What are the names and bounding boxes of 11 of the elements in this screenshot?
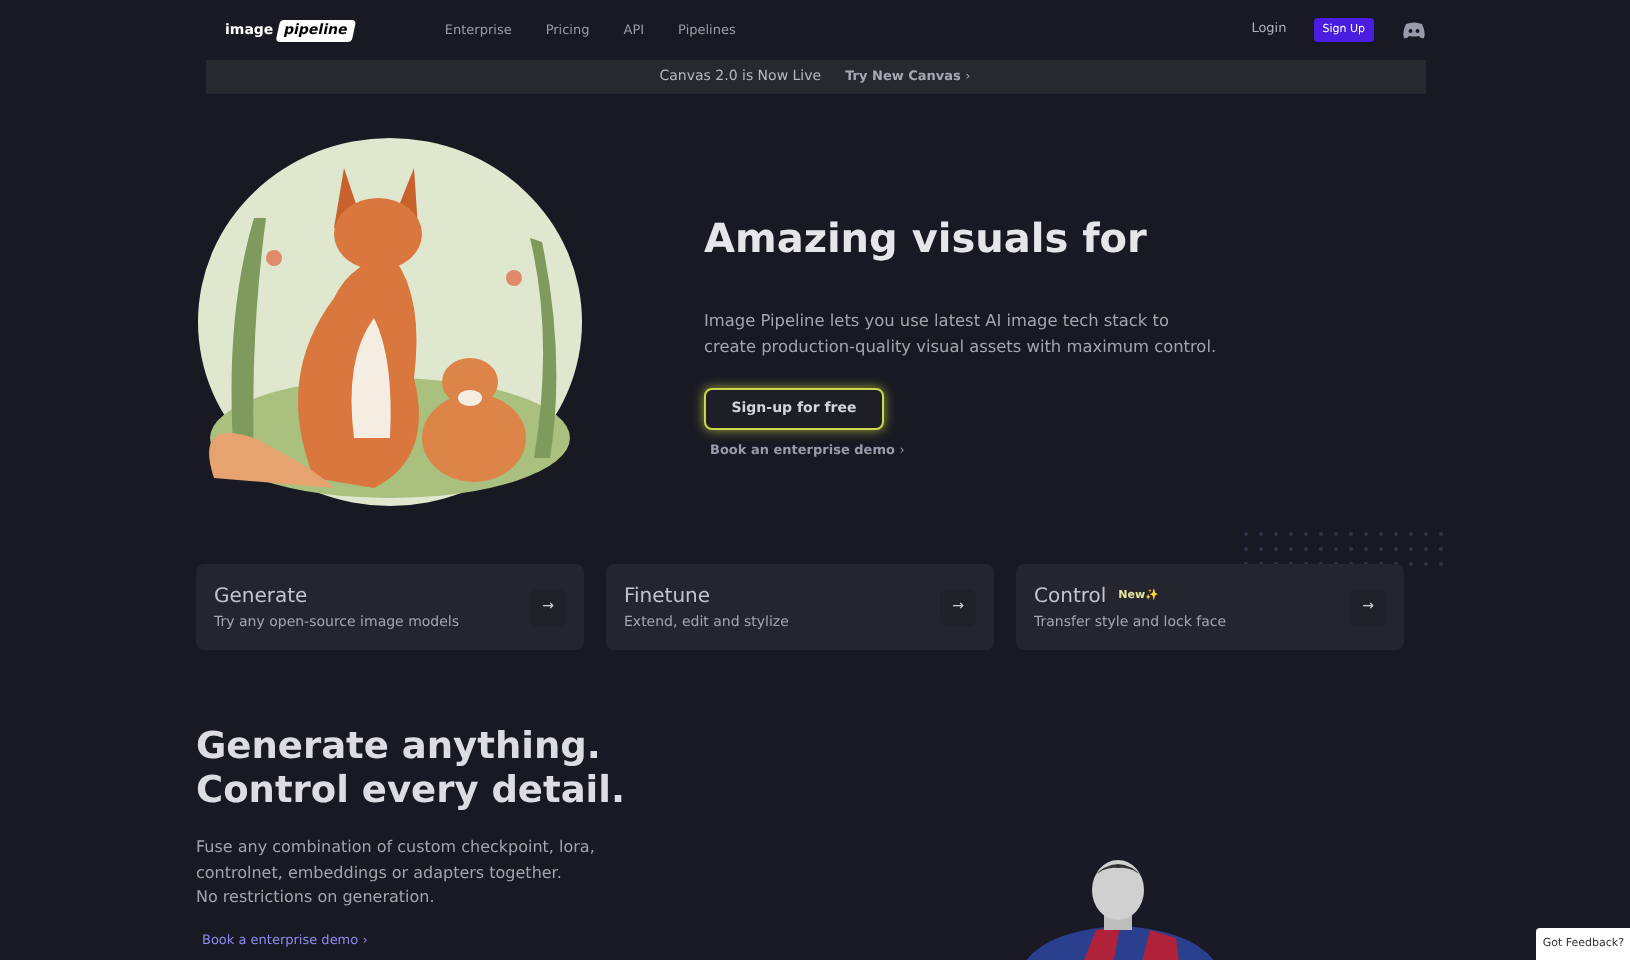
section-description: No restrictions on generation.: [196, 886, 437, 910]
hero-description: Image Pipeline lets you use latest AI image tech stack to create production-quality visual assets with maximum control.: [704, 308, 1219, 360]
card-title: Generate: [214, 583, 308, 612]
section-heading: Generate anything.: [196, 726, 603, 770]
section-description: controlnet, embeddings or adapters together.: [196, 861, 564, 886]
hero-heading: Amazing visuals for: [704, 212, 1147, 264]
game-controller-icon[interactable]: [1401, 21, 1425, 39]
card-title: Control: [1034, 583, 1107, 612]
card-title: Finetune: [624, 583, 711, 612]
section-description: Fuse any combination of custom checkpoint, lora,: [196, 836, 597, 860]
section-heading: Control every detail.: [196, 770, 628, 814]
